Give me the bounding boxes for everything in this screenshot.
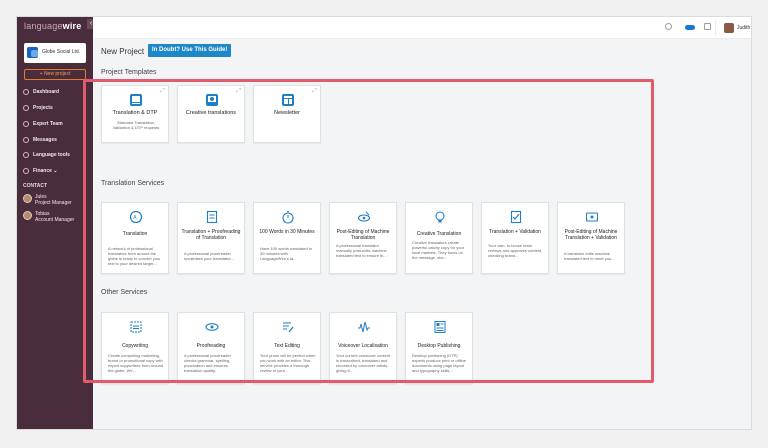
new-project-button[interactable]: + New project: [24, 69, 86, 80]
messages-icon: [23, 137, 29, 143]
sidebar: languagewire ‹ Globe Social Ltd. + New p…: [17, 17, 95, 429]
section-heading-templates: Project Templates: [101, 69, 157, 76]
sidebar-item-expert-team[interactable]: Expert Team: [23, 119, 89, 129]
sidebar-item-messages[interactable]: Messages: [23, 135, 89, 145]
user-name: Judith: [737, 24, 751, 31]
contact-account-manager[interactable]: Tobias Account Manager: [23, 211, 74, 223]
toggle-icon[interactable]: [685, 25, 695, 30]
tools-icon: [23, 152, 29, 158]
user-menu[interactable]: Judith ▾: [715, 20, 751, 35]
brand-logo[interactable]: languagewire: [24, 21, 81, 31]
contact-heading: CONTACT: [23, 183, 48, 189]
guide-button[interactable]: In Doubt? Use This Guide!: [148, 44, 232, 57]
avatar: [23, 211, 32, 220]
finance-icon: [23, 168, 29, 174]
page-title: New Project: [101, 47, 145, 56]
sidebar-item-projects[interactable]: Projects: [23, 103, 89, 113]
calendar-icon[interactable]: [704, 23, 711, 30]
highlight-annotation-frame: [83, 79, 654, 383]
search-icon[interactable]: [665, 23, 672, 30]
contact-project-manager[interactable]: Jules Project Manager: [23, 194, 72, 206]
org-logo-icon: [27, 47, 38, 58]
team-icon: [23, 121, 29, 127]
contact-role: Account Manager: [35, 217, 75, 223]
sidebar-item-finance[interactable]: Finance ⌄: [23, 166, 89, 176]
top-bar: Judith ▾: [93, 17, 751, 39]
sidebar-item-language-tools[interactable]: Language tools: [23, 150, 89, 160]
dashboard-icon: [23, 89, 29, 95]
avatar: [724, 22, 734, 33]
org-selector[interactable]: Globe Social Ltd.: [24, 43, 86, 63]
org-name: Globe Social Ltd.: [42, 49, 81, 55]
contact-role: Project Manager: [35, 200, 72, 206]
sidebar-item-dashboard[interactable]: Dashboard: [23, 87, 89, 97]
avatar: [23, 194, 32, 203]
folder-icon: [23, 105, 29, 111]
